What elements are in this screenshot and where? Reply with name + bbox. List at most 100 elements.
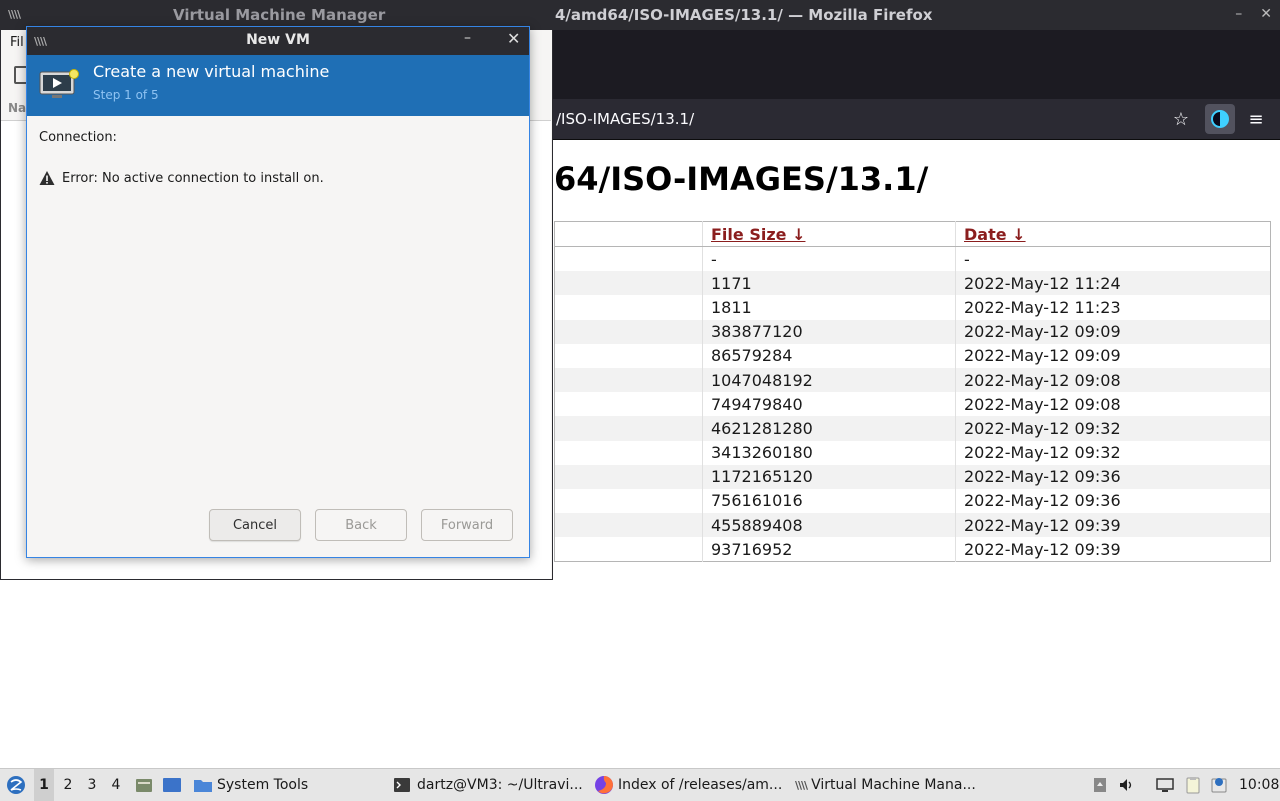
url-bar[interactable]: /ISO-IMAGES/13.1/ [556, 110, 694, 128]
wizard-step: Step 1 of 5 [93, 88, 159, 102]
file-name-cell[interactable] [554, 319, 703, 344]
file-name-cell[interactable] [554, 440, 703, 465]
virtual-machine-icon [39, 69, 79, 98]
firefox-window-controls: – ✕ [1235, 6, 1272, 22]
table-row: 4621281280 2022-May-12 09:32 [554, 416, 1271, 441]
start-menu-button[interactable] [4, 769, 28, 801]
back-button[interactable]: Back [315, 509, 407, 541]
network-icon[interactable] [1154, 769, 1176, 801]
task-firefox[interactable]: Index of /releases/am... [594, 769, 782, 801]
file-size-cell: 383877120 [702, 319, 956, 344]
table-row: 3413260180 2022-May-12 09:32 [554, 440, 1271, 465]
connection-label: Connection: [39, 130, 117, 145]
bookmark-star-icon[interactable]: ☆ [1166, 104, 1196, 134]
table-row: 455889408 2022-May-12 09:39 [554, 513, 1271, 538]
file-name-cell[interactable] [554, 271, 703, 296]
file-name-cell[interactable] [554, 513, 703, 538]
task-terminal[interactable]: dartz@VM3: ~/Ultravi... [393, 769, 583, 801]
task-vmm[interactable]: \\\\ Virtual Machine Mana... [795, 769, 976, 801]
file-name-cell[interactable] [554, 295, 703, 320]
folder-icon [194, 780, 212, 792]
file-name-cell[interactable] [554, 488, 703, 514]
taskbar: 1 2 3 4 System Tools dartz@VM3: ~/Ultrav… [0, 768, 1280, 801]
file-date-cell: 2022-May-12 09:32 [955, 416, 1271, 441]
file-size-cell: 1172165120 [702, 464, 956, 489]
workspace-3[interactable]: 3 [82, 769, 102, 801]
sort-by-date-link[interactable]: Date ↓ [964, 225, 1026, 244]
show-desktop-icon[interactable] [160, 769, 184, 801]
file-name-cell[interactable] [554, 464, 703, 489]
file-date-cell: - [964, 249, 970, 269]
cancel-button[interactable]: Cancel [209, 509, 301, 541]
terminal-icon [394, 778, 410, 792]
vmm-app-icon: \\\\ [795, 778, 808, 792]
file-date-cell: 2022-May-12 11:24 [955, 271, 1271, 296]
task-terminal-label: dartz@VM3: ~/Ultravi... [417, 777, 583, 793]
file-date-cell: 2022-May-12 09:36 [955, 464, 1271, 489]
table-row: 749479840 2022-May-12 09:08 [554, 392, 1271, 417]
firefox-icon [595, 776, 613, 794]
file-date-cell: 2022-May-12 09:09 [964, 346, 1121, 366]
table-row: 1171 2022-May-12 11:24 [554, 271, 1271, 296]
file-name-cell[interactable] [554, 392, 703, 417]
task-vmm-label: Virtual Machine Mana... [811, 777, 976, 793]
file-size-cell: 749479840 [702, 392, 956, 417]
vmm-file-menu[interactable]: Fil [10, 35, 24, 50]
table-row: 1811 2022-May-12 11:23 [554, 295, 1271, 320]
table-row: 756161016 2022-May-12 09:36 [554, 488, 1271, 514]
vmm-name-column[interactable]: Na [8, 101, 26, 115]
file-name-cell[interactable] [554, 367, 703, 393]
workspace-4[interactable]: 4 [106, 769, 126, 801]
close-icon[interactable]: ✕ [1260, 6, 1272, 22]
file-size-cell: 4621281280 [702, 416, 956, 441]
page-title: 64/ISO-IMAGES/13.1/ [554, 160, 929, 198]
table-row: 86579284 2022-May-12 09:09 [554, 343, 1271, 368]
file-size-cell: 1811 [702, 295, 956, 320]
close-icon[interactable]: ✕ [507, 29, 520, 48]
task-firefox-label: Index of /releases/am... [618, 777, 783, 793]
tray-indicator-icon[interactable] [1090, 769, 1110, 801]
start-menu-icon [7, 776, 25, 794]
file-name-cell[interactable] [554, 537, 703, 562]
size-column-header: File Size ↓ [702, 221, 956, 247]
file-size-cell: - [702, 246, 956, 272]
file-name-cell[interactable] [554, 416, 703, 441]
system-tools-menu[interactable]: System Tools [193, 769, 308, 801]
file-date-cell: 2022-May-12 09:08 [964, 394, 1121, 414]
file-date-cell: 2022-May-12 09:36 [964, 491, 1121, 511]
firefox-window-title: 4/amd64/ISO-IMAGES/13.1/ — Mozilla Firef… [555, 6, 933, 24]
file-manager-icon[interactable] [134, 769, 154, 801]
file-date-cell: 2022-May-12 11:23 [964, 297, 1121, 317]
extension-icon[interactable] [1205, 104, 1235, 134]
name-column-header [554, 221, 703, 247]
file-date-cell: 2022-May-12 09:08 [955, 367, 1271, 393]
forward-button[interactable]: Forward [421, 509, 513, 541]
wizard-header: Create a new virtual machine Step 1 of 5 [27, 55, 529, 116]
wizard-title: Create a new virtual machine [93, 62, 330, 81]
table-row: 1172165120 2022-May-12 09:36 [554, 464, 1271, 489]
table-row: -- [554, 246, 1271, 272]
error-message: Error: No active connection to install o… [62, 171, 324, 186]
hamburger-menu-icon[interactable]: ≡ [1241, 104, 1271, 134]
file-name-cell[interactable] [554, 246, 703, 272]
new-vm-dialog: \\\\ New VM – ✕ Create a new virtual mac… [26, 26, 530, 558]
system-tools-label: System Tools [217, 777, 309, 793]
warning-icon [39, 171, 55, 185]
table-row: 383877120 2022-May-12 09:09 [554, 319, 1271, 344]
file-date-cell: 2022-May-12 09:09 [955, 319, 1271, 344]
file-size-cell: 86579284 [702, 343, 956, 368]
clipboard-icon[interactable] [1182, 769, 1204, 801]
updates-icon[interactable] [1208, 769, 1230, 801]
minimize-icon[interactable]: – [464, 30, 471, 46]
minimize-icon[interactable]: – [1235, 6, 1242, 22]
workspace-1[interactable]: 1 [34, 769, 54, 801]
file-size-cell: 455889408 [702, 513, 956, 538]
date-column-header: Date ↓ [955, 221, 1271, 247]
dialog-title: New VM [246, 32, 310, 48]
file-size-cell: 1171 [702, 271, 956, 296]
file-date-cell: 2022-May-12 09:39 [955, 513, 1271, 538]
volume-icon[interactable] [1117, 769, 1137, 801]
file-name-cell[interactable] [554, 343, 703, 368]
sort-by-size-link[interactable]: File Size ↓ [711, 225, 805, 244]
workspace-2[interactable]: 2 [58, 769, 78, 801]
